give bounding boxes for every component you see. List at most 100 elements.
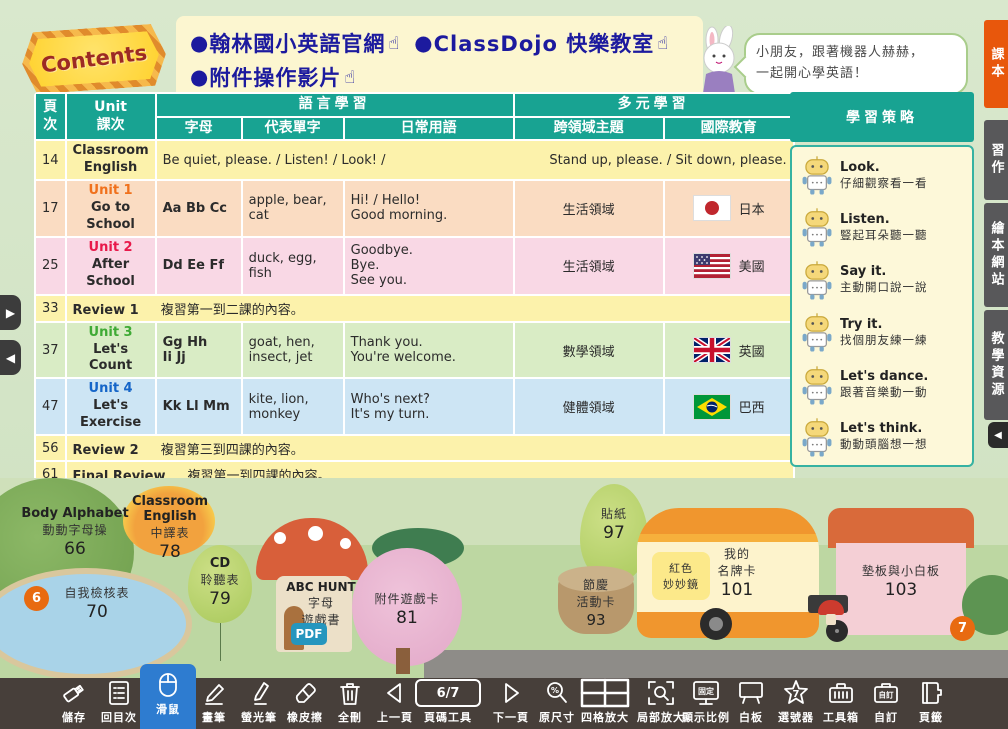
table-row: 37 Unit 3Let's Count Gg Hh Ii Jj goat, h… xyxy=(36,323,793,378)
next-triangle-icon xyxy=(499,681,523,705)
zoom-percent-icon: % xyxy=(544,680,570,706)
hotspot-stickers[interactable]: 貼紙 97 xyxy=(580,505,648,543)
strategy-lets-dance: Let's dance.跟著音樂動一動 xyxy=(800,364,964,406)
hotspot-self-checklist[interactable]: 自我檢核表 70 xyxy=(42,584,152,622)
group-header-multi: 多元學習 xyxy=(515,94,793,116)
svg-text:固定: 固定 xyxy=(698,686,714,696)
ebook-stage: Contents ● 翰林國小英語官網 ☝ ● ClassDojo 快樂教室 ☝… xyxy=(0,0,1008,729)
hotspot-attachment-game-cards[interactable]: 附件遊戲卡 81 xyxy=(352,590,462,628)
hotspot-cd-listening-chart[interactable]: CD 聆聽表 79 xyxy=(188,556,252,609)
chevron-left-icon: ◀ xyxy=(994,430,1002,441)
table-row: 33 Review 1複習第一到二課的內容。 xyxy=(36,296,793,321)
robot-listen-icon xyxy=(800,206,834,248)
hotspot-festival-activity-cards[interactable]: 節慶 活動卡 93 xyxy=(558,576,634,629)
star-number-icon: 7 xyxy=(782,679,810,707)
left-panel-collapse-button[interactable]: ◀ xyxy=(0,340,21,375)
four-grid-icon xyxy=(580,678,630,708)
mushroom-decoration xyxy=(818,600,844,626)
col-header-unit: Unit 課次 xyxy=(67,94,155,139)
pointer-hand-icon: ☝ xyxy=(388,33,400,54)
camper-wheel xyxy=(700,608,732,640)
prev-triangle-icon xyxy=(383,681,407,705)
contents-list-icon xyxy=(107,680,131,706)
toolbox-icon xyxy=(827,680,855,706)
contents-table: 頁次 Unit 課次 語言學習 多元學習 字母 代表單字 日常用語 跨領域主題 … xyxy=(34,92,795,514)
pen-icon xyxy=(201,680,227,706)
robot-say-icon xyxy=(800,259,834,301)
uk-flag-icon xyxy=(693,337,731,363)
left-panel-expand-button[interactable]: ▶ xyxy=(0,295,21,330)
hotspot-abc-hunt[interactable]: ABC HUNT 字母 遊戲書 xyxy=(286,580,356,628)
col-header-words: 代表單字 xyxy=(243,118,343,140)
table-row: 56 Review 2複習第三到四課的內容。 xyxy=(36,436,793,460)
table-row: 25 Unit 2After School Dd Ee Ff duck, egg… xyxy=(36,238,793,294)
page-tabs-button[interactable]: 頁籤 xyxy=(903,678,959,729)
robot-look-icon xyxy=(800,154,834,196)
region-zoom-icon xyxy=(647,680,675,706)
whiteboard-icon xyxy=(737,680,765,706)
bullet-icon: ● xyxy=(414,31,433,55)
display-ratio-icon: 固定 xyxy=(691,680,721,707)
page-marker-7: 7 xyxy=(950,616,975,641)
group-header-language: 語言學習 xyxy=(157,94,513,116)
pointer-hand-icon: ☝ xyxy=(657,33,669,54)
col-header-intl: 國際教育 xyxy=(665,118,793,140)
page-number-tool[interactable]: 6/7 頁碼工具 xyxy=(410,678,486,729)
japan-flag-icon xyxy=(693,195,731,221)
usa-flag-icon xyxy=(693,253,731,279)
strategy-look: Look.仔細觀察看一看 xyxy=(800,154,964,196)
table-row: 47 Unit 4Let's Exercise Kk Ll Mm kite, l… xyxy=(36,379,793,434)
custom-briefcase-icon: 自訂 xyxy=(872,680,900,706)
svg-text:自訂: 自訂 xyxy=(879,690,894,700)
robot-think-icon xyxy=(800,416,834,458)
col-header-letters: 字母 xyxy=(157,118,241,140)
svg-text:7: 7 xyxy=(793,689,800,700)
tab-textbook[interactable]: 課本 xyxy=(984,20,1008,108)
contents-badge-label: Contents xyxy=(19,19,169,98)
mouse-icon xyxy=(154,671,182,699)
four-grid-zoom-button[interactable]: 四格放大 xyxy=(573,678,637,729)
link-attachment-videos[interactable]: ● 附件操作影片 ☝ xyxy=(190,62,356,92)
trash-icon xyxy=(338,680,362,706)
svg-text:%: % xyxy=(551,686,559,695)
chevron-right-icon: ▶ xyxy=(6,306,15,320)
col-header-strategy: 學習策略 xyxy=(790,92,974,142)
link-classdojo[interactable]: ● ClassDojo 快樂教室 ☝ xyxy=(414,28,669,58)
col-header-domain: 跨領域主題 xyxy=(515,118,663,140)
top-links-panel: ● 翰林國小英語官網 ☝ ● ClassDojo 快樂教室 ☝ ● 附件操作影片… xyxy=(176,16,703,102)
table-row: 17 Unit 1Go to School Aa Bb Cc apple, be… xyxy=(36,181,793,236)
highlighter-icon xyxy=(246,680,272,706)
hotspot-writing-board[interactable]: 墊板與小白板 103 xyxy=(840,562,962,600)
robot-try-icon xyxy=(800,311,834,353)
col-header-page: 頁次 xyxy=(36,94,65,139)
strategy-try-it: Try it.找個朋友練一練 xyxy=(800,311,964,353)
robot-dance-icon xyxy=(800,364,834,406)
brazil-flag-icon xyxy=(693,394,731,420)
tab-teaching-resources[interactable]: 教學資源 xyxy=(984,310,1008,420)
speech-line2: 一起開心學英語！ xyxy=(756,64,956,85)
tab-storybook-site[interactable]: 繪本網站 xyxy=(984,203,1008,307)
strategy-listen: Listen.豎起耳朵聽一聽 xyxy=(800,206,964,248)
learning-strategy-column: 學習策略 Look.仔細觀察看一看 Listen.豎起耳朵聽一聽 Say it.… xyxy=(790,92,974,467)
table-row: 14 Classroom English Be quiet, please. /… xyxy=(36,141,793,179)
bullet-icon: ● xyxy=(190,65,209,89)
scene-road xyxy=(424,650,1008,680)
sidebar-collapse-button[interactable]: ◀ xyxy=(988,422,1008,448)
contents-badge: Contents xyxy=(20,23,168,95)
hotspot-classroom-english-translation[interactable]: Classroom English 中譯表 78 xyxy=(108,494,232,562)
link-hanlin-site[interactable]: ● 翰林國小英語官網 ☝ xyxy=(190,28,400,58)
page-marker-6: 6 xyxy=(24,586,49,611)
bullet-icon: ● xyxy=(190,31,209,55)
chevron-left-icon: ◀ xyxy=(6,351,15,365)
tab-workbook[interactable]: 習作 xyxy=(984,120,1008,200)
col-header-phrases: 日常用語 xyxy=(345,118,513,140)
pdf-button[interactable]: PDF xyxy=(291,623,327,645)
speech-line1: 小朋友，跟著機器人赫赫， xyxy=(756,43,956,64)
pointer-hand-icon: ☝ xyxy=(344,67,356,88)
pink-house-roof xyxy=(828,508,974,548)
hotspot-name-badge-card[interactable]: 我的 名牌卡 101 xyxy=(700,545,774,600)
back-to-contents-button[interactable]: 回目次 xyxy=(91,678,147,729)
strategy-list: Look.仔細觀察看一看 Listen.豎起耳朵聽一聽 Say it.主動開口說… xyxy=(790,145,974,467)
usb-save-icon xyxy=(61,680,87,706)
eraser-icon xyxy=(292,680,318,706)
